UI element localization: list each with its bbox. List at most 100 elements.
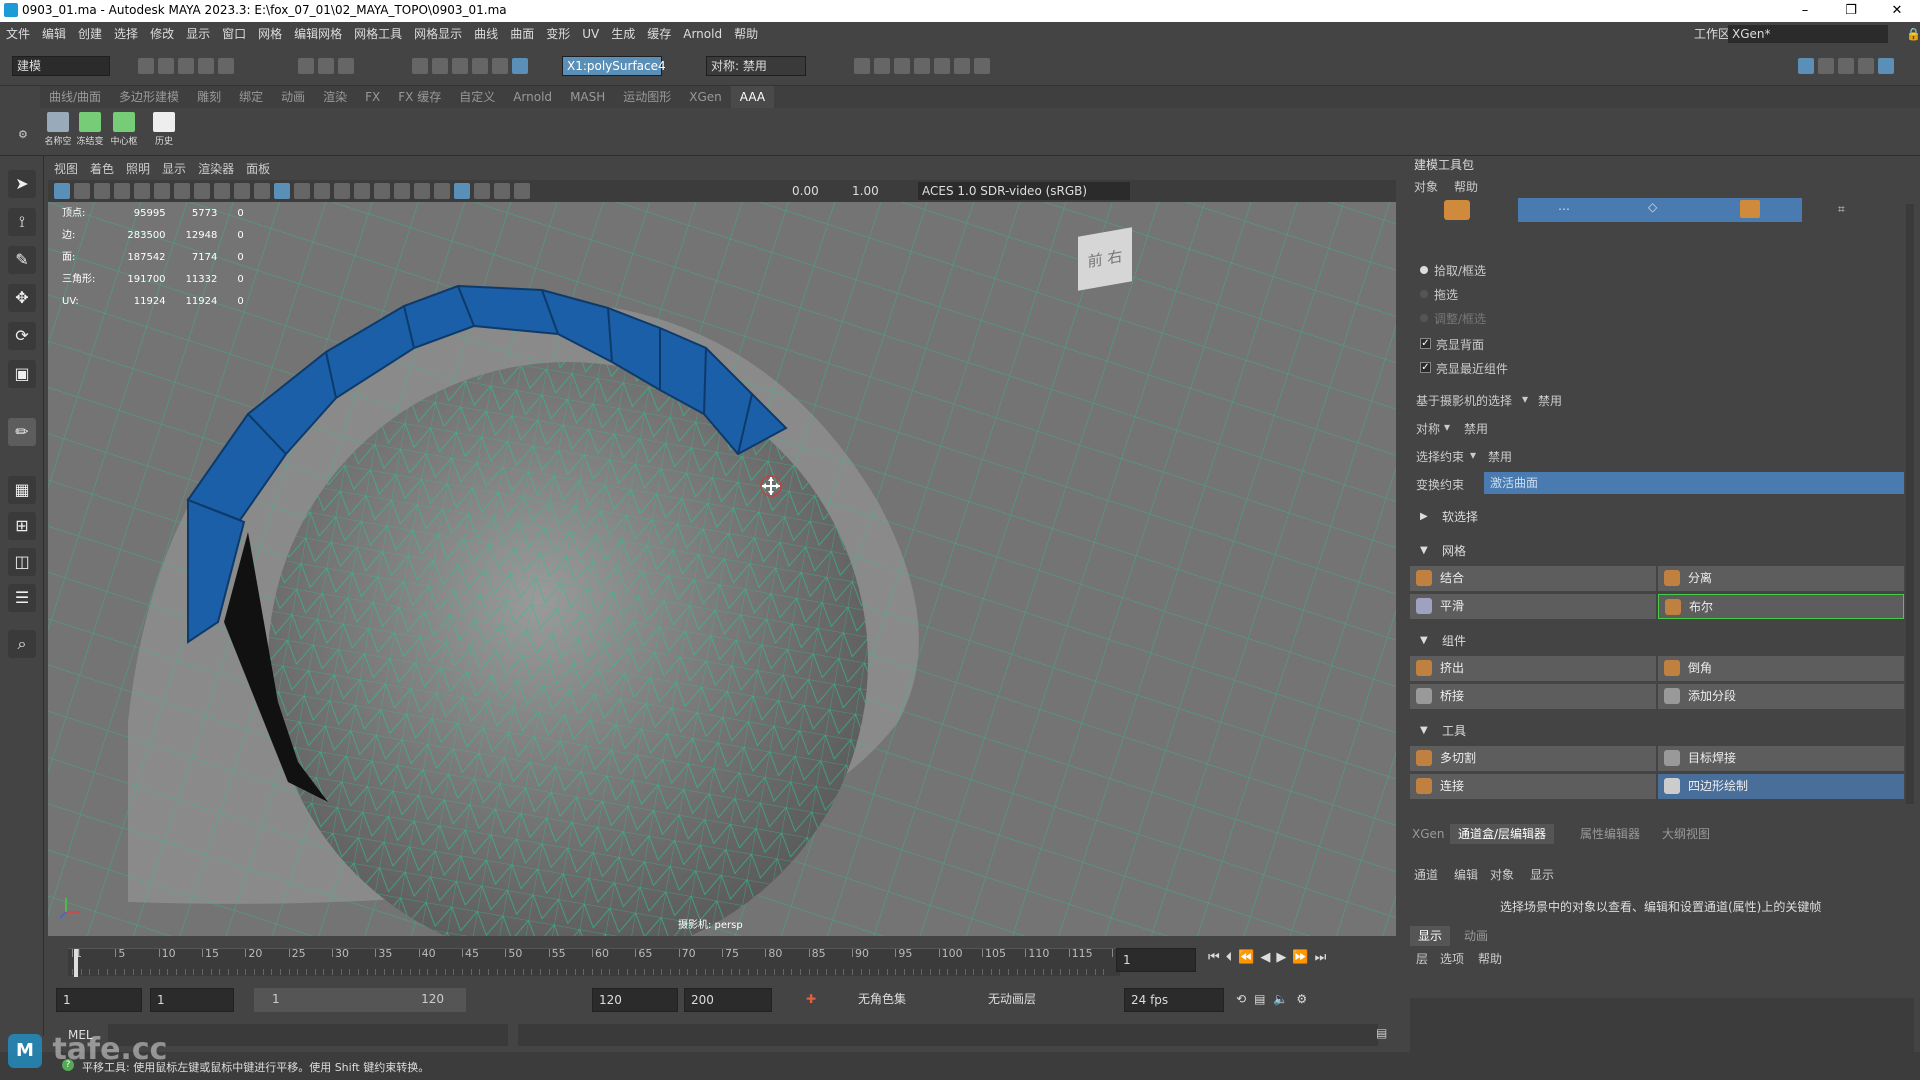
move-tool-icon[interactable]: ✥: [8, 284, 36, 312]
bevel-button[interactable]: 倒角: [1658, 656, 1904, 681]
step-back-key-icon[interactable]: ⏴: [1226, 950, 1239, 965]
panel-scrollbar[interactable]: [1906, 204, 1914, 804]
tab-anim-layers[interactable]: 动画: [1464, 926, 1488, 946]
xray-icon[interactable]: [454, 183, 470, 199]
dropdown-arrow-icon[interactable]: ▾: [1444, 420, 1450, 434]
multi-cut-button[interactable]: 多切割: [1410, 746, 1656, 771]
go-to-end-icon[interactable]: ⏭: [1315, 950, 1333, 965]
single-perspective-layout-icon[interactable]: ▦: [8, 476, 36, 504]
menu-select[interactable]: 选择: [108, 22, 144, 46]
cb-menu-channels[interactable]: 通道: [1414, 866, 1438, 883]
shelf-btn-namespace[interactable]: 名称空: [44, 112, 72, 147]
vp-menu-show[interactable]: 显示: [156, 158, 192, 180]
target-weld-button[interactable]: 目标焊接: [1658, 746, 1904, 771]
scene-end-field[interactable]: 200: [684, 988, 772, 1012]
dropdown-arrow-icon[interactable]: ▾: [1470, 448, 1476, 462]
radio-tweak-marquee[interactable]: [1420, 314, 1428, 322]
shelf-tab-fx[interactable]: FX: [356, 86, 389, 108]
quad-draw-tool-icon[interactable]: ✏: [8, 418, 36, 446]
select-constraint-value[interactable]: 禁用: [1488, 448, 1512, 465]
shelf-btn-freeze[interactable]: 冻结变: [76, 112, 104, 147]
snap-curve-icon[interactable]: [432, 58, 448, 74]
grid-icon[interactable]: [134, 183, 150, 199]
snap-view-icon[interactable]: [472, 58, 488, 74]
smooth-shade-icon[interactable]: [274, 183, 290, 199]
checkbox-highlight-backfaces[interactable]: ✓: [1420, 338, 1431, 349]
lights-icon[interactable]: [334, 183, 350, 199]
checkbox-highlight-nearest[interactable]: ✓: [1420, 362, 1431, 373]
render-sequence-icon[interactable]: [874, 58, 890, 74]
xray-joints-icon[interactable]: [474, 183, 490, 199]
tab-display-layers[interactable]: 显示: [1410, 926, 1451, 946]
attribute-editor-toggle-icon[interactable]: [1818, 58, 1834, 74]
shelf-tab-custom[interactable]: 自定义: [450, 86, 504, 108]
exposure-value[interactable]: 0.00: [792, 182, 819, 200]
camera-select-value[interactable]: 禁用: [1538, 392, 1562, 409]
motion-blur-icon[interactable]: [394, 183, 410, 199]
safe-action-icon[interactable]: [234, 183, 250, 199]
fps-dropdown[interactable]: 24 fps: [1124, 988, 1224, 1012]
outliner-layout-icon[interactable]: ☰: [8, 584, 36, 612]
hypershade-icon[interactable]: [934, 58, 950, 74]
edge-mode-icon[interactable]: ◇: [1648, 200, 1657, 214]
exposure-icon[interactable]: [514, 183, 530, 199]
lock-icon[interactable]: 🔒: [1900, 22, 1920, 46]
playback-end-field[interactable]: 120: [592, 988, 678, 1012]
colorspace-dropdown[interactable]: ACES 1.0 SDR-video (sRGB): [918, 182, 1130, 200]
tab-xgen[interactable]: XGen: [1412, 824, 1445, 844]
ao-icon[interactable]: [374, 183, 390, 199]
pause-icon[interactable]: [974, 58, 990, 74]
anim-layer-dropdown[interactable]: 无动画层: [982, 988, 1102, 1012]
menu-surfaces[interactable]: 曲面: [504, 22, 540, 46]
smooth-button[interactable]: 平滑: [1410, 594, 1656, 619]
face-mode-icon[interactable]: [1740, 200, 1760, 218]
section-tools[interactable]: ▼ 工具: [1406, 720, 1906, 742]
layer-menu-help[interactable]: 帮助: [1478, 950, 1502, 967]
film-gate-icon[interactable]: [154, 183, 170, 199]
vp-menu-view[interactable]: 视图: [48, 158, 84, 180]
select-hierarchy-icon[interactable]: [298, 58, 314, 74]
separate-button[interactable]: 分离: [1658, 566, 1904, 591]
cache-icon[interactable]: ▤: [1254, 992, 1273, 1006]
cb-menu-show[interactable]: 显示: [1530, 866, 1554, 883]
section-mesh[interactable]: ▼ 网格: [1406, 540, 1906, 562]
backface-icon[interactable]: [494, 183, 510, 199]
save-scene-icon[interactable]: [178, 58, 194, 74]
perspective-viewport[interactable]: 前 右 顶点: 95995 5773 0 边: 283500 12948 0 面: 18754…: [48, 202, 1396, 936]
menu-curves[interactable]: 曲线: [468, 22, 504, 46]
shelf-tab-rendering[interactable]: 渲染: [314, 86, 356, 108]
menu-deform[interactable]: 变形: [540, 22, 576, 46]
step-forward-icon[interactable]: ⏩: [1292, 950, 1314, 965]
menu-cache[interactable]: 缓存: [641, 22, 677, 46]
tab-channel-box[interactable]: 通道盒/层编辑器: [1450, 824, 1555, 844]
vp-menu-renderer[interactable]: 渲染器: [192, 158, 240, 180]
image-plane-icon[interactable]: [114, 183, 130, 199]
vp-menu-shading[interactable]: 着色: [84, 158, 120, 180]
minimize-icon[interactable]: –: [1782, 0, 1828, 22]
scene-start-field[interactable]: 1: [56, 988, 142, 1012]
layer-menu-options[interactable]: 选项: [1440, 950, 1464, 967]
add-divisions-button[interactable]: 添加分段: [1658, 684, 1904, 709]
new-scene-icon[interactable]: [138, 58, 154, 74]
tab-attribute-editor[interactable]: 属性编辑器: [1580, 824, 1640, 844]
isolate-select-icon[interactable]: [434, 183, 450, 199]
command-input[interactable]: [108, 1024, 508, 1046]
render-frame-icon[interactable]: [854, 58, 870, 74]
go-to-start-icon[interactable]: ⏮: [1208, 950, 1226, 965]
bridge-button[interactable]: 桥接: [1410, 684, 1656, 709]
camera-attr-icon[interactable]: [74, 183, 90, 199]
menu-generate[interactable]: 生成: [605, 22, 641, 46]
channel-box-toggle-icon[interactable]: [1858, 58, 1874, 74]
menu-modify[interactable]: 修改: [144, 22, 180, 46]
sound-icon[interactable]: 🔈: [1273, 992, 1296, 1006]
two-view-layout-icon[interactable]: ◫: [8, 548, 36, 576]
gate-mask-icon[interactable]: [194, 183, 210, 199]
select-component-icon[interactable]: [338, 58, 354, 74]
scale-tool-icon[interactable]: ▣: [8, 360, 36, 388]
timeline-ruler[interactable]: 1 5 10 15 20 25 30 35 40 45 50 55 60 65 70 75 80 85 90 95 10…: [68, 947, 1129, 977]
step-back-icon[interactable]: ⏪: [1238, 950, 1260, 965]
anim-prefs-icon[interactable]: ⚙: [1296, 992, 1315, 1006]
workspace-dropdown[interactable]: XGen*: [1728, 25, 1888, 43]
radio-pick-marquee[interactable]: [1420, 266, 1428, 274]
boolean-button[interactable]: 布尔: [1658, 594, 1904, 619]
